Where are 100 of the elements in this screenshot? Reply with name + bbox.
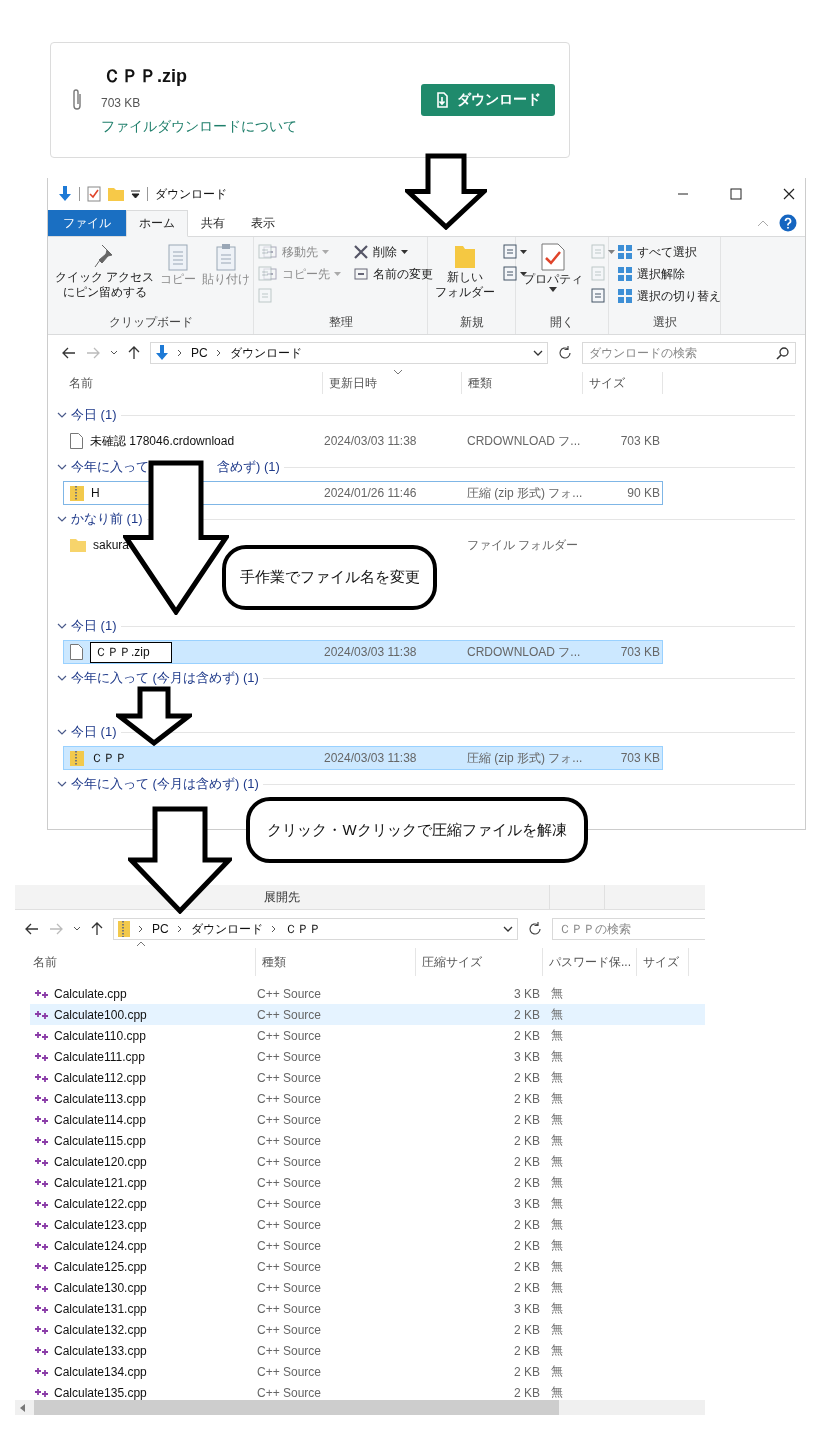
column-header[interactable]: 更新日時 [323,372,462,394]
ribbon-tab[interactable]: ホーム [126,210,188,237]
column-header[interactable]: 名前 [27,948,256,976]
group-header[interactable]: 含めず) (1) [217,458,280,476]
file-row[interactable]: Calculate115.cpp C++ Source 2 KB 無 [30,1130,705,1151]
file-name[interactable]: sakura [93,538,130,552]
ribbon-button[interactable]: クイック アクセス にピン留めする [54,241,156,314]
checklist-icon[interactable] [87,186,101,202]
group-header[interactable]: 今日 (1) [71,723,117,741]
address-bar[interactable]: PC ダウンロード [150,342,548,364]
search-field[interactable]: ＣＰＰの検索 [552,918,705,940]
file-row[interactable]: Calculate125.cpp C++ Source 2 KB 無 [30,1256,705,1277]
file-row[interactable]: Calculate.cpp C++ Source 3 KB 無 [30,983,705,1004]
chevron-down-icon[interactable] [57,463,67,471]
ribbon-button[interactable]: すべて選択 [615,241,723,263]
group-header[interactable]: 今日 (1) [71,406,117,424]
chevron-down-icon[interactable] [57,780,67,788]
up-arrow-icon[interactable] [128,346,140,360]
breadcrumb[interactable]: ＣＰＰ [284,920,321,938]
file-row[interactable]: Calculate132.cpp C++ Source 2 KB 無 [30,1319,705,1340]
close-icon[interactable] [783,188,795,200]
column-header[interactable]: サイズ [583,372,663,394]
type-cell-text: C++ Source [257,986,323,1001]
breadcrumb[interactable]: PC [191,346,208,360]
column-header[interactable]: 種類 [462,372,583,394]
chevron-down-icon[interactable] [110,350,118,356]
search-icon[interactable] [776,346,789,360]
file-row[interactable]: Calculate130.cpp C++ Source 2 KB 無 [30,1277,705,1298]
ribbon-button[interactable]: 選択の切り替え [615,285,723,307]
scroll-left-icon[interactable] [20,1403,26,1412]
rename-field[interactable]: ＣＰＰ.zip [90,641,172,663]
group-header[interactable]: 今年に入って (今月は含めず) (1) [71,669,259,687]
column-header[interactable]: 種類 [256,948,416,976]
ribbon-tab[interactable]: ファイル [48,210,126,236]
file-row[interactable]: Calculate121.cpp C++ Source 2 KB 無 [30,1172,705,1193]
file-row[interactable]: Calculate122.cpp C++ Source 3 KB 無 [30,1193,705,1214]
ribbon-group-label: 新規 [458,314,485,331]
file-name[interactable]: 未確認 178046.crdownload [90,432,235,450]
ribbon-button[interactable]: 名前の変更 [351,263,435,285]
size-cell-text: 2 KB [513,1343,540,1358]
up-arrow-icon[interactable] [91,922,103,936]
group-header[interactable]: 今日 (1) [71,617,117,635]
chevron-down-icon[interactable] [503,925,513,933]
file-row[interactable]: H 2024/01/26 11:46 圧縮 (zip 形式) フォ... 90 KB [63,481,663,505]
search-field[interactable]: ダウンロードの検索 [582,342,796,364]
breadcrumb[interactable]: ダウンロード [229,344,302,362]
back-arrow-icon[interactable] [25,923,39,935]
file-row[interactable]: Calculate123.cpp C++ Source 2 KB 無 [30,1214,705,1235]
horizontal-scrollbar[interactable] [15,1400,705,1415]
ribbon-button[interactable]: 選択解除 [615,263,723,285]
toolbar-icon[interactable] [502,243,528,260]
ribbon-tab[interactable]: 共有 [188,210,238,236]
chevron-down-icon[interactable] [57,674,67,682]
help-icon[interactable] [779,214,797,232]
file-row[interactable]: Calculate124.cpp C++ Source 2 KB 無 [30,1235,705,1256]
file-row[interactable]: Calculate112.cpp C++ Source 2 KB 無 [30,1067,705,1088]
refresh-icon[interactable] [558,346,572,360]
group-header[interactable]: 今年に入って (今月は含めず) (1) [71,775,259,793]
maximize-icon[interactable] [730,188,742,200]
cpp-file-icon [35,1135,49,1146]
column-header[interactable]: サイズ [637,948,689,976]
ribbon-tab[interactable]: 表示 [238,210,288,236]
file-row[interactable]: Calculate131.cpp C++ Source 3 KB 無 [30,1298,705,1319]
file-row[interactable]: Calculate134.cpp C++ Source 2 KB 無 [30,1361,705,1382]
password-cell-text: 無 [550,1132,564,1149]
file-row[interactable]: Calculate113.cpp C++ Source 2 KB 無 [30,1088,705,1109]
file-row[interactable]: Calculate114.cpp C++ Source 2 KB 無 [30,1109,705,1130]
file-row[interactable]: Calculate100.cpp C++ Source 2 KB 無 [30,1004,705,1025]
download-button[interactable]: ダウンロード [421,84,555,116]
chevron-down-icon[interactable] [57,622,67,630]
chevron-down-icon[interactable] [57,728,67,736]
file-row[interactable]: Calculate135.cpp C++ Source 2 KB 無 [30,1382,705,1403]
ribbon-button[interactable]: プロパティ [522,241,584,314]
file-row[interactable]: ＣＰＰ.zip 2024/03/03 11:38 CRDOWNLOAD フ... 703 KB [63,640,663,664]
address-bar[interactable]: PC ダウンロード ＣＰＰ [113,918,518,940]
breadcrumb[interactable]: PC [152,922,169,936]
chevron-down-icon[interactable] [73,926,81,932]
ribbon-button[interactable]: 削除 [351,241,435,263]
size-cell-text: 3 KB [513,1049,540,1064]
refresh-icon[interactable] [528,922,542,936]
caret-icon[interactable] [131,190,140,198]
file-row[interactable]: Calculate111.cpp C++ Source 3 KB 無 [30,1046,705,1067]
column-header[interactable]: 圧縮サイズ [416,948,543,976]
back-arrow-icon[interactable] [62,347,76,359]
ribbon-button[interactable]: 新しい フォルダー [434,241,496,314]
chevron-down-icon[interactable] [533,349,543,357]
file-row[interactable]: ＣＰＰ 2024/03/03 11:38 圧縮 (zip 形式) フォ... 703 KB [63,746,663,770]
file-row[interactable]: Calculate110.cpp C++ Source 2 KB 無 [30,1025,705,1046]
panel-icon [353,266,369,282]
breadcrumb[interactable]: ダウンロード [190,920,263,938]
file-row[interactable]: Calculate133.cpp C++ Source 2 KB 無 [30,1340,705,1361]
column-header[interactable]: 名前 [63,372,323,394]
group-header[interactable]: 今年に入って [71,458,149,476]
x-mark-icon [353,244,369,260]
group-header[interactable]: かなり前 (1) [71,510,143,528]
chevron-down-icon[interactable] [57,515,67,523]
chevron-down-icon[interactable] [57,411,67,419]
file-row[interactable]: Calculate120.cpp C++ Source 2 KB 無 [30,1151,705,1172]
column-header[interactable]: パスワード保... [543,948,637,976]
download-help-link[interactable]: ファイルダウンロードについて [101,118,297,136]
